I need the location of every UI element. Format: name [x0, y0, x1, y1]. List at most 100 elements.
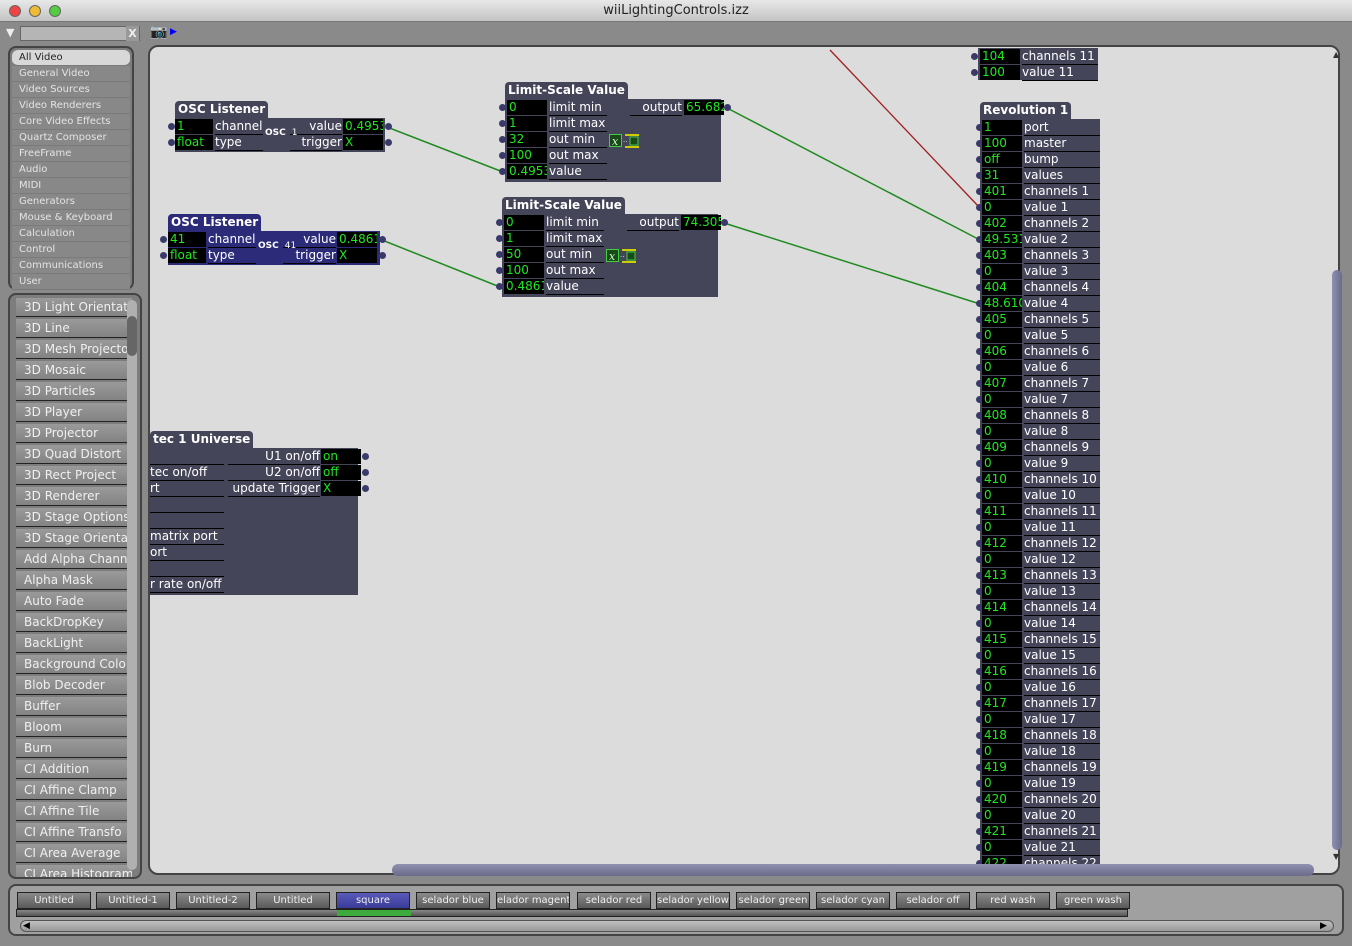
output-port[interactable] [379, 236, 386, 243]
node-title[interactable]: Revolution 1 [980, 102, 1072, 119]
scroll-left-arrow-icon[interactable]: ◀ [23, 921, 30, 931]
input-port[interactable] [499, 168, 506, 175]
node-title[interactable]: Limit-Scale Value [505, 82, 628, 99]
output-port[interactable] [721, 219, 728, 226]
input-value-field[interactable]: 410 [982, 472, 1022, 487]
actor-item[interactable]: 3D Projector [16, 424, 132, 443]
input-value-field[interactable]: 0 [982, 552, 1022, 567]
input-value-field[interactable]: 0 [982, 264, 1022, 279]
input-value-field[interactable]: 50 [504, 247, 544, 262]
input-value-field[interactable]: 1 [504, 231, 544, 246]
scene-tab[interactable]: selador yellow [656, 892, 730, 909]
input-value-field[interactable]: 419 [982, 760, 1022, 775]
node-title[interactable]: OSC Listener [168, 214, 262, 231]
scene-tab[interactable]: green wash [1056, 892, 1130, 909]
input-port[interactable] [499, 152, 506, 159]
input-value-field[interactable]: 415 [982, 632, 1022, 647]
input-value-field[interactable]: 0.4953 [507, 164, 547, 179]
input-port[interactable] [160, 236, 167, 243]
patch-editor-canvas[interactable]: OSC Listener 1 channel float type value 0.4953… [148, 45, 1340, 875]
actor-item[interactable]: 3D Quad Distort [16, 445, 132, 464]
input-value-field[interactable]: float [175, 135, 213, 150]
actor-item[interactable]: 3D Line [16, 319, 132, 338]
input-value-field[interactable]: 49.531 [982, 232, 1022, 247]
input-value-field[interactable]: 420 [982, 792, 1022, 807]
scene-tab[interactable]: Untitled-2 [176, 892, 250, 909]
category-item[interactable]: All Video [12, 50, 130, 66]
actor-item[interactable]: BackDropKey [16, 613, 132, 632]
scene-tab[interactable]: selador blue [416, 892, 490, 909]
scene-tab[interactable]: Untitled [17, 892, 91, 909]
actor-item[interactable]: 3D Mosaic [16, 361, 132, 380]
input-value-field[interactable]: 0 [982, 488, 1022, 503]
actor-item[interactable]: 3D Renderer [16, 487, 132, 506]
output-port[interactable] [385, 139, 392, 146]
output-port[interactable] [385, 123, 392, 130]
input-port[interactable] [496, 283, 503, 290]
input-port[interactable] [499, 136, 506, 143]
canvas-vertical-scrollbar[interactable] [1332, 270, 1342, 850]
scroll-down-arrow-icon[interactable]: ▼ [1333, 852, 1339, 861]
category-item[interactable]: Communications [12, 258, 130, 274]
zoom-button[interactable] [49, 5, 61, 17]
input-value-field[interactable]: 100 [504, 263, 544, 278]
input-value-field[interactable]: 41 [168, 232, 206, 247]
input-value-field[interactable]: 404 [982, 280, 1022, 295]
actor-item[interactable]: CI Area Average [16, 844, 132, 863]
actor-item[interactable]: 3D Stage Options [16, 508, 132, 527]
input-value-field[interactable]: 31 [982, 168, 1022, 183]
category-item[interactable]: General Video [12, 66, 130, 82]
scene-tab[interactable]: Untitled-1 [96, 892, 170, 909]
input-value-field[interactable]: 0 [982, 584, 1022, 599]
input-value-field[interactable]: 0 [982, 520, 1022, 535]
scene-tab[interactable]: elador magent [496, 892, 570, 909]
input-value-field[interactable]: 104 [980, 49, 1020, 64]
actor-item[interactable]: 3D Player [16, 403, 132, 422]
input-value-field[interactable]: 416 [982, 664, 1022, 679]
input-value-field[interactable]: 0 [982, 360, 1022, 375]
input-value-field[interactable]: 0 [982, 648, 1022, 663]
disclosure-triangle-icon[interactable]: ▼ [6, 26, 14, 39]
input-port[interactable] [168, 123, 175, 130]
input-value-field[interactable]: 1 [175, 119, 213, 134]
category-item[interactable]: Control [12, 242, 130, 258]
category-item[interactable]: Calculation [12, 226, 130, 242]
category-item[interactable]: MIDI [12, 178, 130, 194]
input-port[interactable] [971, 69, 978, 76]
input-value-field[interactable]: 0 [982, 392, 1022, 407]
scroll-up-arrow-icon[interactable]: ▲ [1333, 50, 1339, 59]
input-value-field[interactable]: off [982, 152, 1022, 167]
node-title[interactable]: Limit-Scale Value [502, 197, 625, 214]
actor-item[interactable]: 3D Particles [16, 382, 132, 401]
category-item[interactable]: FreeFrame [12, 146, 130, 162]
actor-item[interactable]: Background Colo [16, 655, 132, 674]
actor-list-scroll-thumb[interactable] [127, 316, 137, 356]
category-item[interactable]: Generators [12, 194, 130, 210]
close-button[interactable] [9, 5, 21, 17]
node-title[interactable]: OSC Listener [175, 101, 269, 118]
input-value-field[interactable]: 100 [507, 148, 547, 163]
scene-tab[interactable]: red wash [976, 892, 1050, 909]
input-value-field[interactable]: 32 [507, 132, 547, 147]
actor-item[interactable]: Auto Fade [16, 592, 132, 611]
scene-tab[interactable]: selador cyan [816, 892, 890, 909]
input-value-field[interactable]: 411 [982, 504, 1022, 519]
input-value-field[interactable]: 402 [982, 216, 1022, 231]
input-value-field[interactable]: 405 [982, 312, 1022, 327]
output-port[interactable] [379, 252, 386, 259]
actor-item[interactable]: CI Affine Tile [16, 802, 132, 821]
input-value-field[interactable]: 48.610 [982, 296, 1022, 311]
actor-item[interactable]: CI Area Histogram [16, 865, 132, 877]
actor-item[interactable]: Bloom [16, 718, 132, 737]
play-arrow-icon[interactable]: ▶ [170, 27, 177, 37]
input-value-field[interactable]: 0 [982, 328, 1022, 343]
scene-tab[interactable]: selador green [736, 892, 810, 909]
input-value-field[interactable]: 401 [982, 184, 1022, 199]
input-value-field[interactable]: 0 [504, 215, 544, 230]
scroll-right-arrow-icon[interactable]: ▶ [1320, 921, 1327, 931]
input-value-field[interactable]: 1 [507, 116, 547, 131]
scene-tab[interactable]: selador off [896, 892, 970, 909]
input-value-field[interactable]: 407 [982, 376, 1022, 391]
input-port[interactable] [496, 267, 503, 274]
actor-item[interactable]: 3D Stage Orienta [16, 529, 132, 548]
